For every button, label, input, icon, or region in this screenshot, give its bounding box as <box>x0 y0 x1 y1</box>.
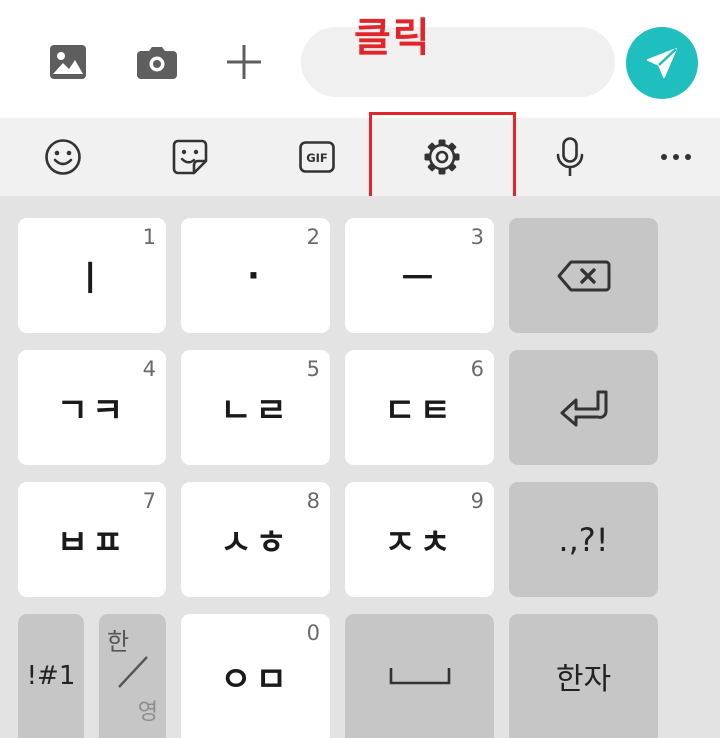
more-horizontal-icon <box>661 154 691 160</box>
hanja-key[interactable]: 한자 <box>509 614 658 738</box>
key-hint: 9 <box>470 489 484 513</box>
compose-bar: 클릭 <box>0 0 720 118</box>
microphone-icon <box>556 137 584 176</box>
send-button[interactable] <box>626 27 698 99</box>
backspace-icon <box>557 260 610 291</box>
message-input[interactable] <box>301 27 615 97</box>
key-label: !#1 <box>26 661 76 691</box>
enter-icon <box>560 390 607 426</box>
key-hint: 4 <box>142 357 156 381</box>
slash-icon <box>118 656 148 688</box>
emoji-button[interactable] <box>31 126 95 188</box>
voice-input-button[interactable] <box>538 126 602 188</box>
key-label: 한자 <box>555 662 612 697</box>
key-label: ㅡ <box>401 259 438 299</box>
key-label: ㅈㅊ <box>384 523 455 563</box>
space-key[interactable] <box>345 614 494 738</box>
key-hint: 6 <box>470 357 484 381</box>
key-8[interactable]: 8 ㅅㅎ <box>181 482 330 597</box>
plus-icon <box>227 45 261 79</box>
gif-icon: GIF <box>299 141 335 173</box>
key-7[interactable]: 7 ㅂㅍ <box>18 482 166 597</box>
key-2[interactable]: 2 · <box>181 218 330 333</box>
sticker-button[interactable] <box>158 126 222 188</box>
key-label: · <box>247 255 264 296</box>
symbols-key[interactable]: !#1 <box>18 614 84 738</box>
sticker-icon <box>172 139 208 175</box>
gallery-button[interactable] <box>40 34 96 90</box>
click-annotation-label: 클릭 <box>354 15 432 61</box>
key-hint: 1 <box>142 225 156 249</box>
enter-key[interactable] <box>509 350 658 465</box>
add-attachment-button[interactable] <box>216 34 272 90</box>
key-hint: 2 <box>306 225 320 249</box>
settings-button[interactable] <box>410 126 474 188</box>
key-label: ㄷㅌ <box>384 391 455 431</box>
lang-korean-label: 한 <box>107 628 130 656</box>
key-hint: 5 <box>306 357 320 381</box>
key-6[interactable]: 6 ㄷㅌ <box>345 350 494 465</box>
key-0[interactable]: 0 ㅇㅁ <box>181 614 330 738</box>
punctuation-key[interactable]: .,?! <box>509 482 658 597</box>
key-label: ㅣ <box>74 259 110 299</box>
space-icon <box>389 668 450 685</box>
key-label: ㅅㅎ <box>220 523 291 563</box>
more-options-button[interactable] <box>644 126 708 188</box>
key-1[interactable]: 1 ㅣ <box>18 218 166 333</box>
key-label: .,?! <box>558 520 609 559</box>
keyboard: 1 ㅣ 2 · 3 ㅡ 4 ㄱㅋ 5 ㄴㄹ 6 ㄷㅌ 7 ㅂㅍ 8 ㅅㅎ 9 ㅈ… <box>0 196 720 738</box>
key-hint: 0 <box>306 621 320 645</box>
key-3[interactable]: 3 ㅡ <box>345 218 494 333</box>
backspace-key[interactable] <box>509 218 658 333</box>
key-9[interactable]: 9 ㅈㅊ <box>345 482 494 597</box>
key-hint: 8 <box>306 489 320 513</box>
emoji-icon <box>45 139 81 175</box>
key-5[interactable]: 5 ㄴㄹ <box>181 350 330 465</box>
gear-icon <box>424 139 460 175</box>
key-hint: 3 <box>470 225 484 249</box>
key-label: ㅂㅍ <box>56 523 128 563</box>
camera-button[interactable] <box>129 34 185 90</box>
keyboard-toolbar: GIF <box>0 118 720 196</box>
image-icon <box>50 45 86 79</box>
gif-button[interactable]: GIF <box>285 126 349 188</box>
language-switch-key[interactable]: 한 영 <box>99 614 166 738</box>
camera-icon <box>137 47 177 79</box>
key-label: ㄴㄹ <box>220 391 291 431</box>
send-icon <box>647 48 677 78</box>
key-label: ㄱㅋ <box>56 391 128 431</box>
gif-label: GIF <box>306 151 328 165</box>
lang-english-label: 영 <box>137 700 158 725</box>
key-4[interactable]: 4 ㄱㅋ <box>18 350 166 465</box>
key-label: ㅇㅁ <box>220 659 291 700</box>
key-hint: 7 <box>142 489 156 513</box>
